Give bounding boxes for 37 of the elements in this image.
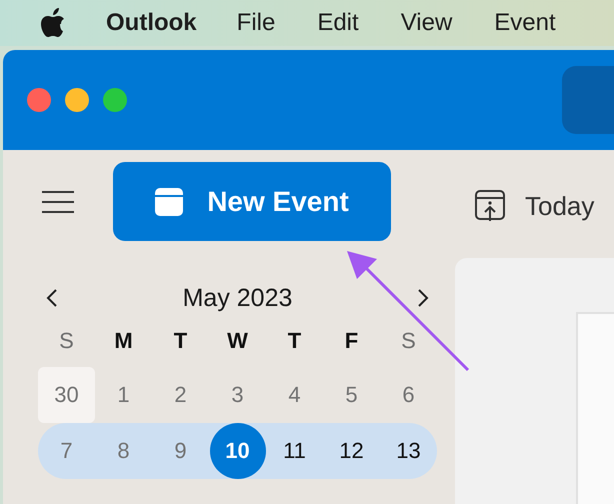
calendar-day[interactable]: 30 <box>38 367 95 423</box>
weekday-label: S <box>59 328 74 354</box>
calendar-day[interactable]: 10 <box>210 423 266 479</box>
selected-week[interactable]: 7 8 9 10 11 12 13 <box>38 423 437 479</box>
menu-item[interactable]: Edit <box>317 9 359 37</box>
weekday-label: S <box>401 328 416 354</box>
calendar-icon <box>155 188 184 216</box>
calendar-day[interactable]: 2 <box>152 367 209 423</box>
calendar-day[interactable]: 12 <box>323 423 380 479</box>
next-month-icon[interactable] <box>416 289 429 307</box>
weekday-label: T <box>174 328 188 354</box>
calendar-day[interactable]: 3 <box>209 367 266 423</box>
calendar-day[interactable]: 7 <box>38 423 95 479</box>
menu-icon[interactable] <box>41 190 75 214</box>
previous-month-icon[interactable] <box>46 289 58 307</box>
calendar-day[interactable]: 4 <box>266 367 323 423</box>
calendar-day[interactable]: 9 <box>152 423 209 479</box>
new-event-button[interactable]: New Event <box>113 162 391 241</box>
today-button[interactable]: Today <box>455 184 614 228</box>
calendar-day[interactable]: 8 <box>95 423 152 479</box>
app-menu[interactable]: Outlook <box>106 9 197 37</box>
month-title: May 2023 <box>182 284 292 312</box>
weekday-label: M <box>114 328 133 354</box>
weekday-label: W <box>227 328 248 354</box>
weekday-label: F <box>344 328 358 354</box>
menu-item[interactable]: Event <box>494 9 556 37</box>
calendar-day[interactable]: 11 <box>266 423 323 479</box>
menu-item[interactable]: View <box>400 9 452 37</box>
calendar-day[interactable]: 5 <box>323 367 380 423</box>
calendar-day[interactable]: 1 <box>95 367 152 423</box>
calendar-day[interactable]: 13 <box>380 423 437 479</box>
weekday-label: T <box>288 328 302 354</box>
apple-icon[interactable] <box>40 8 66 38</box>
calendar-day[interactable]: 6 <box>380 367 437 423</box>
menu-item[interactable]: File <box>236 9 276 37</box>
calendar-week[interactable]: 30 1 2 3 4 5 6 <box>38 367 437 423</box>
minimize-button[interactable] <box>65 88 89 112</box>
